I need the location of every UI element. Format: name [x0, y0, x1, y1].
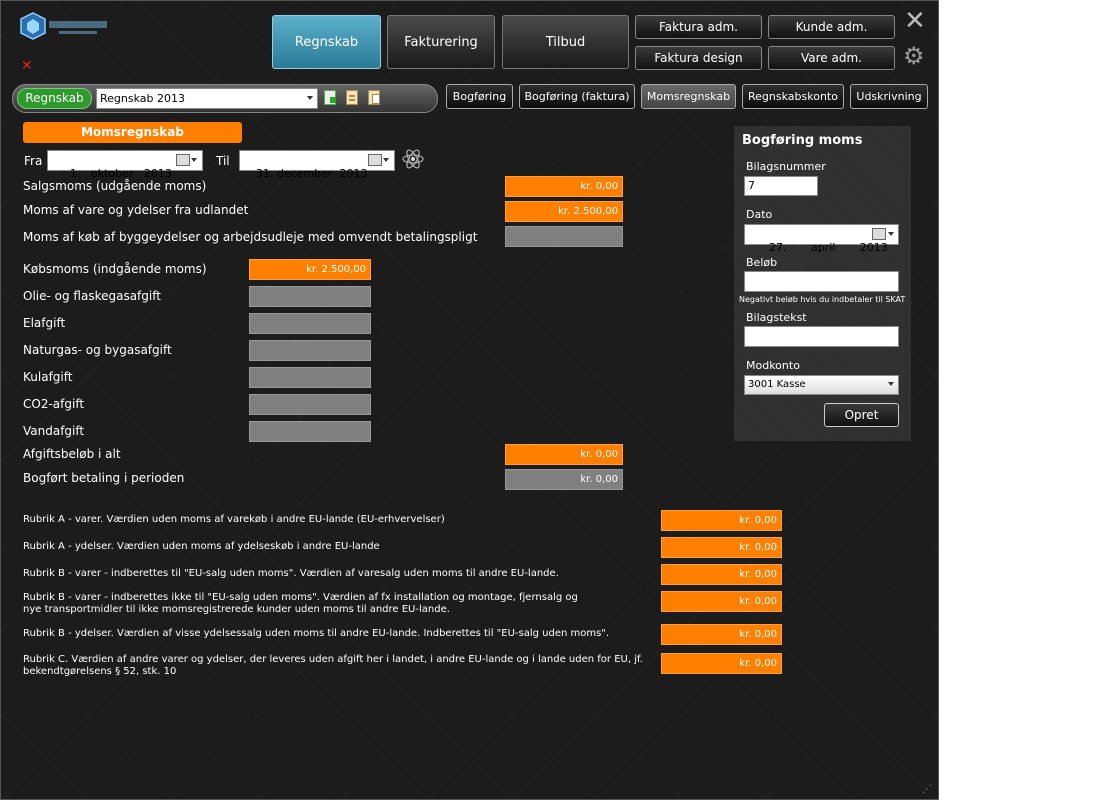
- rubrik-a-varer-value: kr. 0,00: [661, 510, 782, 531]
- chevron-down-icon: [888, 382, 894, 386]
- rubrik-c-value: kr. 0,00: [661, 653, 782, 674]
- kobsmoms-label: Købsmoms (indgående moms): [23, 262, 207, 276]
- elafgift-field[interactable]: [249, 313, 371, 334]
- rubrik-b-ydelser-value: kr. 0,00: [661, 624, 782, 645]
- til-date-value: 31. december 2013: [256, 167, 368, 180]
- copy-document-icon[interactable]: [368, 90, 380, 105]
- regnskab-select[interactable]: Regnskab 2013: [96, 88, 318, 109]
- modkonto-select[interactable]: 3001 Kasse: [744, 375, 899, 395]
- gear-icon[interactable]: ⚙: [903, 43, 925, 69]
- faktura-design-button[interactable]: Faktura design: [635, 46, 762, 70]
- udland-label: Moms af vare og ydelser fra udlandet: [23, 203, 249, 217]
- rubrik-a-varer-label: Rubrik A - varer. Værdien uden moms af v…: [23, 514, 445, 525]
- chevron-down-icon: [307, 96, 313, 100]
- vare-adm-button[interactable]: Vare adm.: [768, 46, 895, 70]
- modkonto-value: 3001 Kasse: [748, 379, 806, 390]
- regnskab-select-value: Regnskab 2013: [100, 92, 185, 105]
- bilagsnummer-input[interactable]: 7: [744, 176, 818, 196]
- nav-fakturering-button[interactable]: Fakturering: [387, 15, 495, 69]
- rubrik-b-ydelser-label: Rubrik B - ydelser. Værdien af visse yde…: [23, 628, 610, 639]
- new-document-icon[interactable]: [324, 90, 336, 105]
- olie-field[interactable]: [249, 286, 371, 307]
- close-small-icon[interactable]: ✕: [21, 58, 33, 74]
- tab-momsregnskab[interactable]: Momsregnskab: [641, 84, 736, 109]
- rubrik-b-varer-label: Rubrik B - varer - indberettes til "EU-s…: [23, 568, 559, 579]
- calendar-icon[interactable]: [176, 154, 190, 166]
- salgsmoms-value: kr. 0,00: [505, 176, 623, 197]
- dato-picker[interactable]: 27. april 2013: [744, 224, 899, 254]
- rubrik-a-ydelser-value: kr. 0,00: [661, 537, 782, 558]
- bilagstekst-input[interactable]: [744, 326, 899, 347]
- dato-value: 27. april 2013: [768, 241, 888, 254]
- byggeydelser-field[interactable]: [505, 226, 623, 247]
- tab-regnskabskonto[interactable]: Regnskabskonto: [742, 84, 844, 109]
- rubrik-b-varer-value: kr. 0,00: [661, 564, 782, 585]
- kulafgift-field[interactable]: [249, 367, 371, 388]
- bogforing-moms-panel: Bogføring moms Bilagsnummer 7 Dato 27. a…: [734, 126, 911, 441]
- bogfort-label: Bogført betaling i perioden: [23, 471, 185, 485]
- nav-regnskab-button[interactable]: Regnskab: [272, 15, 381, 69]
- bogfort-value: kr. 0,00: [505, 469, 623, 490]
- bilagsnummer-label: Bilagsnummer: [746, 160, 826, 173]
- nav-tilbud-button[interactable]: Tilbud: [502, 15, 629, 69]
- opret-button[interactable]: Opret: [824, 403, 899, 427]
- bilagstekst-label: Bilagstekst: [746, 311, 807, 324]
- afgift-alt-label: Afgiftsbeløb i alt: [23, 447, 121, 461]
- afgift-alt-value: kr. 0,00: [505, 444, 623, 465]
- belob-input[interactable]: [744, 271, 899, 292]
- app-logo: [20, 12, 107, 40]
- naturgas-label: Naturgas- og bygasafgift: [23, 343, 172, 357]
- faktura-adm-button[interactable]: Faktura adm.: [635, 15, 762, 39]
- rubrik-c-label: Rubrik C. Værdien af andre varer og ydel…: [23, 654, 643, 677]
- udland-value: kr. 2.500,00: [505, 201, 623, 222]
- resize-grip-icon[interactable]: ⋰: [922, 784, 932, 795]
- vand-field[interactable]: [249, 421, 371, 442]
- chevron-down-icon: [888, 232, 894, 236]
- tab-udskrivning[interactable]: Udskrivning: [850, 84, 928, 109]
- naturgas-field[interactable]: [249, 340, 371, 361]
- olie-label: Olie- og flaskegasafgift: [23, 289, 161, 303]
- belob-label: Beløb: [746, 256, 778, 269]
- section-title: Momsregnskab: [23, 122, 242, 143]
- edit-document-icon[interactable]: [346, 90, 358, 105]
- fra-date-picker[interactable]: 1. oktober 2013: [47, 150, 203, 180]
- salgsmoms-label: Salgsmoms (udgående moms): [23, 179, 207, 193]
- fra-label: Fra: [24, 154, 43, 168]
- calendar-icon[interactable]: [872, 228, 886, 240]
- belob-hint: Negativt beløb hvis du indbetaler til SK…: [739, 295, 906, 304]
- panel-title: Bogføring moms: [742, 133, 863, 148]
- byggeydelser-label: Moms af køb af byggeydelser og arbejdsud…: [23, 230, 478, 244]
- atom-icon[interactable]: [401, 148, 427, 170]
- vand-label: Vandafgift: [23, 424, 85, 438]
- elafgift-label: Elafgift: [23, 316, 66, 330]
- til-label: Til: [216, 154, 230, 168]
- calendar-icon[interactable]: [368, 154, 382, 166]
- app-window: ✕ Regnskab Fakturering Tilbud Faktura ad…: [0, 0, 939, 800]
- co2-field[interactable]: [249, 394, 371, 415]
- co2-label: CO2-afgift: [23, 397, 85, 411]
- rubrik-b-varer-ikke-value: kr. 0,00: [661, 591, 782, 612]
- rubrik-b-varer-ikke-label: Rubrik B - varer - indberettes ikke til …: [23, 592, 578, 615]
- til-date-picker[interactable]: 31. december 2013: [239, 150, 395, 180]
- dato-label: Dato: [746, 208, 773, 221]
- modkonto-label: Modkonto: [746, 359, 800, 372]
- chevron-down-icon: [191, 158, 197, 162]
- rubrik-a-ydelser-label: Rubrik A - ydelser. Værdien uden moms af…: [23, 541, 380, 552]
- chevron-down-icon: [383, 158, 389, 162]
- kunde-adm-button[interactable]: Kunde adm.: [768, 15, 895, 39]
- tab-bogforing[interactable]: Bogføring: [446, 84, 513, 109]
- kobsmoms-value: kr. 2.500,00: [249, 259, 371, 280]
- tab-bogforing-faktura[interactable]: Bogføring (faktura): [519, 84, 635, 109]
- kulafgift-label: Kulafgift: [23, 370, 73, 384]
- close-window-icon[interactable]: ✕: [904, 7, 926, 35]
- regnskab-badge: Regnskab: [17, 88, 92, 109]
